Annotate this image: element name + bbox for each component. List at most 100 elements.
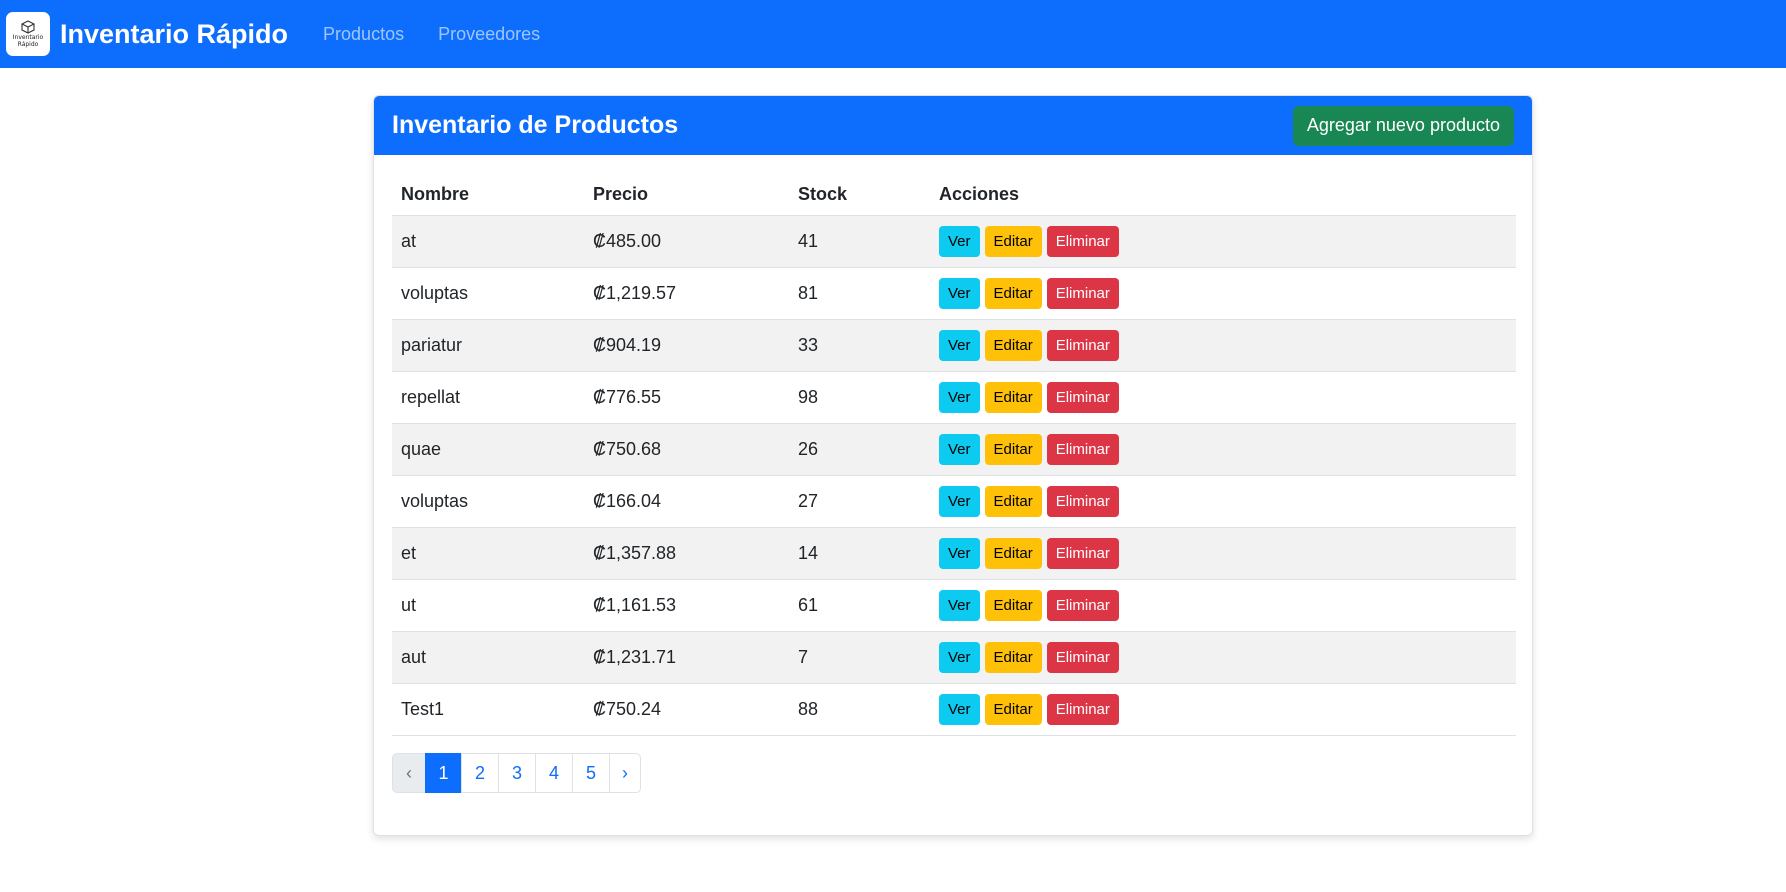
view-button[interactable]: Ver xyxy=(939,590,980,621)
edit-button[interactable]: Editar xyxy=(984,330,1042,361)
cell-nombre: voluptas xyxy=(392,267,584,320)
cell-precio: ₡750.68 xyxy=(584,423,789,476)
view-button[interactable]: Ver xyxy=(939,694,980,725)
pagination-page-1[interactable]: 1 xyxy=(425,753,462,793)
delete-button[interactable]: Eliminar xyxy=(1046,486,1119,517)
view-button[interactable]: Ver xyxy=(939,278,980,309)
nav-links: Productos Proveedores xyxy=(306,24,557,45)
edit-button[interactable]: Editar xyxy=(984,486,1042,517)
pagination-page-3[interactable]: 3 xyxy=(498,753,536,793)
cell-acciones: Ver Editar Eliminar xyxy=(930,319,1516,372)
edit-button[interactable]: Editar xyxy=(984,226,1042,257)
cell-precio: ₡1,161.53 xyxy=(584,579,789,632)
view-button[interactable]: Ver xyxy=(939,642,980,673)
edit-button[interactable]: Editar xyxy=(984,382,1042,413)
row-actions: Ver Editar Eliminar xyxy=(939,694,1507,725)
view-button[interactable]: Ver xyxy=(939,382,980,413)
cell-stock: 81 xyxy=(789,267,930,320)
delete-button[interactable]: Eliminar xyxy=(1046,538,1119,569)
card-body: Nombre Precio Stock Acciones at ₡485.00 … xyxy=(374,155,1532,793)
cell-acciones: Ver Editar Eliminar xyxy=(930,683,1516,736)
pagination-prev-button[interactable]: ‹ xyxy=(392,753,426,793)
table-row: Test1 ₡750.24 88 Ver Editar Eliminar xyxy=(392,683,1516,736)
delete-button[interactable]: Eliminar xyxy=(1046,694,1119,725)
delete-button[interactable]: Eliminar xyxy=(1046,434,1119,465)
cell-stock: 88 xyxy=(789,683,930,736)
pagination-next-button[interactable]: › xyxy=(609,753,641,793)
delete-button[interactable]: Eliminar xyxy=(1046,330,1119,361)
row-actions: Ver Editar Eliminar xyxy=(939,642,1507,673)
products-table: Nombre Precio Stock Acciones at ₡485.00 … xyxy=(392,173,1516,736)
view-button[interactable]: Ver xyxy=(939,538,980,569)
cell-stock: 14 xyxy=(789,527,930,580)
row-actions: Ver Editar Eliminar xyxy=(939,538,1507,569)
cell-precio: ₡1,357.88 xyxy=(584,527,789,580)
cell-stock: 7 xyxy=(789,631,930,684)
nav-link-productos[interactable]: Productos xyxy=(306,24,421,45)
cell-precio: ₡750.24 xyxy=(584,683,789,736)
cell-nombre: et xyxy=(392,527,584,580)
cell-precio: ₡1,231.71 xyxy=(584,631,789,684)
delete-button[interactable]: Eliminar xyxy=(1046,642,1119,673)
table-row: pariatur ₡904.19 33 Ver Editar Eliminar xyxy=(392,319,1516,372)
column-header-stock: Stock xyxy=(789,173,930,216)
edit-button[interactable]: Editar xyxy=(984,538,1042,569)
pagination-page-2[interactable]: 2 xyxy=(461,753,499,793)
brand-logo: Inventario Rápido xyxy=(6,12,50,56)
brand-name[interactable]: Inventario Rápido xyxy=(60,19,288,50)
table-row: voluptas ₡1,219.57 81 Ver Editar Elimina… xyxy=(392,267,1516,320)
cell-nombre: aut xyxy=(392,631,584,684)
pagination: ‹ 1 2 3 4 5 › xyxy=(392,753,1514,793)
cell-precio: ₡904.19 xyxy=(584,319,789,372)
cell-acciones: Ver Editar Eliminar xyxy=(930,215,1516,268)
cell-stock: 41 xyxy=(789,215,930,268)
column-header-precio: Precio xyxy=(584,173,789,216)
card-title: Inventario de Productos xyxy=(392,111,679,139)
delete-button[interactable]: Eliminar xyxy=(1046,382,1119,413)
edit-button[interactable]: Editar xyxy=(984,694,1042,725)
table-body: at ₡485.00 41 Ver Editar Eliminar volupt… xyxy=(392,215,1516,736)
view-button[interactable]: Ver xyxy=(939,330,980,361)
cell-stock: 27 xyxy=(789,475,930,528)
cell-stock: 33 xyxy=(789,319,930,372)
logo-text: Inventario Rápido xyxy=(13,34,43,48)
cell-nombre: pariatur xyxy=(392,319,584,372)
cell-acciones: Ver Editar Eliminar xyxy=(930,371,1516,424)
table-row: repellat ₡776.55 98 Ver Editar Eliminar xyxy=(392,371,1516,424)
cell-acciones: Ver Editar Eliminar xyxy=(930,475,1516,528)
add-product-button[interactable]: Agregar nuevo producto xyxy=(1292,105,1514,146)
cell-precio: ₡485.00 xyxy=(584,215,789,268)
delete-button[interactable]: Eliminar xyxy=(1046,278,1119,309)
brand-link[interactable]: Inventario Rápido Inventario Rápido xyxy=(6,12,288,56)
edit-button[interactable]: Editar xyxy=(984,590,1042,621)
cell-precio: ₡776.55 xyxy=(584,371,789,424)
view-button[interactable]: Ver xyxy=(939,486,980,517)
cell-acciones: Ver Editar Eliminar xyxy=(930,527,1516,580)
delete-button[interactable]: Eliminar xyxy=(1046,226,1119,257)
table-row: voluptas ₡166.04 27 Ver Editar Eliminar xyxy=(392,475,1516,528)
column-header-acciones: Acciones xyxy=(930,173,1516,216)
cell-nombre: Test1 xyxy=(392,683,584,736)
edit-button[interactable]: Editar xyxy=(984,278,1042,309)
edit-button[interactable]: Editar xyxy=(984,642,1042,673)
cell-nombre: ut xyxy=(392,579,584,632)
pagination-page-4[interactable]: 4 xyxy=(535,753,573,793)
products-card: Inventario de Productos Agregar nuevo pr… xyxy=(373,95,1533,836)
row-actions: Ver Editar Eliminar xyxy=(939,278,1507,309)
cell-nombre: quae xyxy=(392,423,584,476)
nav-link-proveedores[interactable]: Proveedores xyxy=(421,24,557,45)
delete-button[interactable]: Eliminar xyxy=(1046,590,1119,621)
cell-acciones: Ver Editar Eliminar xyxy=(930,267,1516,320)
pagination-page-5[interactable]: 5 xyxy=(572,753,610,793)
row-actions: Ver Editar Eliminar xyxy=(939,590,1507,621)
cell-acciones: Ver Editar Eliminar xyxy=(930,579,1516,632)
cell-precio: ₡166.04 xyxy=(584,475,789,528)
cell-nombre: at xyxy=(392,215,584,268)
cell-acciones: Ver Editar Eliminar xyxy=(930,423,1516,476)
view-button[interactable]: Ver xyxy=(939,434,980,465)
cell-nombre: voluptas xyxy=(392,475,584,528)
view-button[interactable]: Ver xyxy=(939,226,980,257)
table-row: ut ₡1,161.53 61 Ver Editar Eliminar xyxy=(392,579,1516,632)
card-header: Inventario de Productos Agregar nuevo pr… xyxy=(374,96,1532,155)
edit-button[interactable]: Editar xyxy=(984,434,1042,465)
